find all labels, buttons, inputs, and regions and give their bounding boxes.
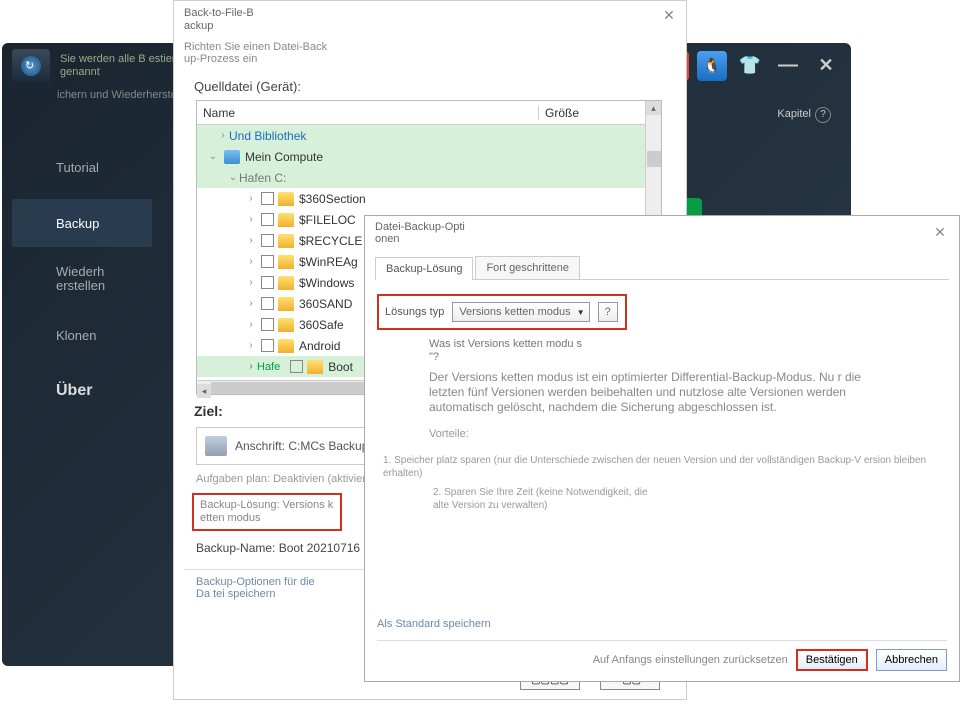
collapse-icon[interactable]: ⌄ xyxy=(227,172,239,183)
skin-icon[interactable]: 👕 xyxy=(735,51,765,81)
expand-icon[interactable]: › xyxy=(245,214,257,225)
solution-type-dropdown[interactable]: Versions ketten modus xyxy=(452,302,589,322)
backup-dialog-close-icon[interactable]: ✕ xyxy=(660,7,678,25)
checkbox[interactable] xyxy=(261,213,274,226)
sidebar-item-clone[interactable]: Klonen xyxy=(12,311,152,359)
expand-icon[interactable]: › xyxy=(245,235,257,246)
minimize-button[interactable]: — xyxy=(773,51,803,81)
desc-heading: Was ist Versions ketten modu s "? xyxy=(429,338,589,364)
checkbox[interactable] xyxy=(261,297,274,310)
col-size[interactable]: Größe xyxy=(539,106,639,120)
save-as-default-link[interactable]: Als Standard speichern xyxy=(377,618,491,630)
backup-dialog-title: Back-to-File-B ackup xyxy=(184,7,284,33)
expand-icon[interactable]: › xyxy=(245,193,257,204)
expand-icon[interactable]: › xyxy=(245,277,257,288)
qq-icon[interactable]: 🐧 xyxy=(697,51,727,81)
tree-computer[interactable]: ⌄Mein Compute xyxy=(197,146,645,167)
advantage-1: 1. Speicher platz sparen (nur die Unters… xyxy=(377,454,947,480)
kapitel-label: Kapitel? xyxy=(777,107,831,123)
folder-icon xyxy=(278,234,294,248)
backup-dialog-subtitle: Richten Sie einen Datei-Back up-Prozess … xyxy=(174,37,344,73)
checkbox[interactable] xyxy=(290,360,303,373)
drive-icon xyxy=(205,436,227,456)
folder-icon xyxy=(278,276,294,290)
options-dialog-close-icon[interactable]: ✕ xyxy=(931,224,949,242)
folder-icon xyxy=(307,360,323,374)
desc-paragraph: Der Versions ketten modus ist ein optimi… xyxy=(429,370,895,415)
source-label: Quelldatei (Gerät): xyxy=(174,73,686,100)
help-icon[interactable]: ? xyxy=(815,107,831,123)
scroll-thumb[interactable] xyxy=(647,151,661,167)
help-button[interactable]: ? xyxy=(598,302,618,322)
tree-library[interactable]: ›Und Bibliothek xyxy=(197,125,645,146)
sidebar-item-backup[interactable]: Backup xyxy=(12,199,152,247)
tab-backup-solution[interactable]: Backup-Lösung xyxy=(375,257,473,280)
app-title: Sie werden alle B estien genannt xyxy=(60,53,180,79)
collapse-icon[interactable]: ⌄ xyxy=(207,151,219,162)
solution-type-row: Lösungs typ Versions ketten modus ? xyxy=(377,294,627,330)
target-path: Anschrift: C:MCs Backup, xyxy=(235,439,372,453)
checkbox[interactable] xyxy=(261,339,274,352)
checkbox[interactable] xyxy=(261,255,274,268)
tree-item[interactable]: ›$360Section xyxy=(197,188,645,209)
checkbox[interactable] xyxy=(261,234,274,247)
advantage-2: 2. Sparen Sie Ihre Zeit (keine Notwendig… xyxy=(377,486,657,512)
tree-disk-c[interactable]: ⌄Hafen C: xyxy=(197,167,645,188)
scroll-up-icon[interactable]: ▴ xyxy=(646,101,661,115)
tabs: Backup-Lösung Fort geschrittene xyxy=(375,256,949,280)
confirm-button[interactable]: Bestätigen xyxy=(796,649,868,671)
computer-icon xyxy=(224,150,240,164)
sidebar-item-tutorial[interactable]: Tutorial xyxy=(12,143,152,191)
sidebar-item-restore[interactable]: Wiederh erstellen xyxy=(12,255,152,303)
folder-icon xyxy=(278,297,294,311)
folder-icon xyxy=(278,213,294,227)
folder-icon xyxy=(278,339,294,353)
folder-icon xyxy=(278,255,294,269)
col-name[interactable]: Name xyxy=(197,106,539,120)
tab-advanced[interactable]: Fort geschrittene xyxy=(475,256,580,279)
scroll-left-icon[interactable]: ◂ xyxy=(197,384,211,398)
expand-icon[interactable]: › xyxy=(245,256,257,267)
folder-icon xyxy=(278,318,294,332)
folder-icon xyxy=(278,192,294,206)
reset-defaults-link[interactable]: Auf Anfangs einstellungen zurücksetzen xyxy=(593,654,788,666)
footer-options-link[interactable]: Backup-Optionen für die Da tei speichern xyxy=(174,570,344,602)
expand-icon[interactable]: › xyxy=(245,340,257,351)
app-logo-icon xyxy=(12,49,50,83)
options-dialog: Datei-Backup-Opti onen ✕ Backup-Lösung F… xyxy=(364,215,960,682)
advantages-label: Vorteile: xyxy=(429,427,895,442)
expand-icon[interactable]: › xyxy=(245,319,257,330)
sidebar-item-about[interactable]: Über xyxy=(12,367,152,415)
expand-icon[interactable]: › xyxy=(245,298,257,309)
close-button[interactable]: ✕ xyxy=(811,51,841,81)
checkbox[interactable] xyxy=(261,276,274,289)
cancel-button[interactable]: Abbrechen xyxy=(876,649,947,671)
sidebar: Tutorial Backup Wiederh erstellen Klonen… xyxy=(12,143,152,423)
backup-solution-link[interactable]: Backup-Lösung: Versions k etten modus xyxy=(192,493,342,531)
solution-type-label: Lösungs typ xyxy=(385,306,444,318)
checkbox[interactable] xyxy=(261,192,274,205)
options-dialog-title: Datei-Backup-Opti onen xyxy=(365,216,485,250)
expand-icon[interactable]: › xyxy=(245,361,257,372)
expand-icon[interactable]: › xyxy=(217,130,229,141)
checkbox[interactable] xyxy=(261,318,274,331)
